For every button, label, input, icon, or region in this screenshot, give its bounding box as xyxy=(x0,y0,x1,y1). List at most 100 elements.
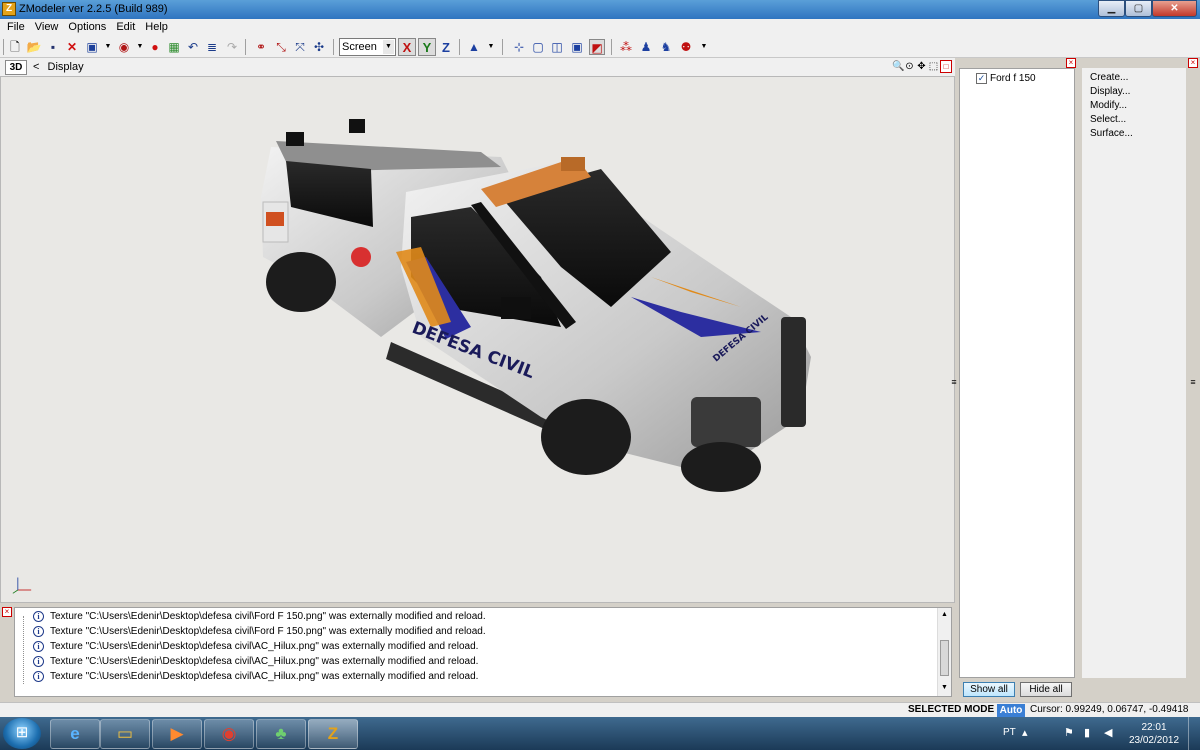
log-scrollbar[interactable]: ▲ ▼ xyxy=(937,608,951,696)
pivot-icon[interactable]: ▲ xyxy=(466,39,482,55)
export-icon[interactable]: ◉ xyxy=(116,39,132,55)
tray-expand-icon[interactable]: ▴ xyxy=(1022,726,1028,739)
select-box-icon[interactable]: ▢ xyxy=(530,39,546,55)
axis-z-toggle[interactable]: Z xyxy=(437,38,455,56)
log-entry[interactable]: i Texture "C:\Users\Edenir\Desktop\defes… xyxy=(33,609,486,624)
close-tree-panel-icon[interactable]: × xyxy=(1066,58,1076,68)
flag-icon[interactable]: ⚑ xyxy=(1064,726,1074,739)
truck-model-render: DEFESA CIVIL DEFESA CIVIL xyxy=(261,119,811,492)
command-display[interactable]: Display... xyxy=(1090,86,1130,97)
explorer-icon[interactable]: ▭ xyxy=(100,719,150,749)
language-indicator[interactable]: PT xyxy=(1003,727,1016,738)
log-entry[interactable]: i Texture "C:\Users\Edenir\Desktop\defes… xyxy=(33,624,486,639)
close-button[interactable]: ✕ xyxy=(1152,0,1197,17)
multi-user-icon[interactable]: ⚉ xyxy=(678,39,694,55)
user-pose-icon[interactable]: ♞ xyxy=(658,39,674,55)
axis-x-toggle[interactable]: X xyxy=(398,38,416,56)
volume-icon[interactable]: ◀ xyxy=(1104,726,1112,739)
close-viewport-icon[interactable]: □ xyxy=(940,60,952,73)
zoom-extents-icon[interactable]: ⊙ xyxy=(904,60,915,73)
menu-view[interactable]: View xyxy=(32,19,66,36)
log-entry[interactable]: i Texture "C:\Users\Edenir\Desktop\defes… xyxy=(33,639,478,654)
axis-scale-icon[interactable]: ✣ xyxy=(311,39,327,55)
redo-icon[interactable]: ↷ xyxy=(224,39,240,55)
scroll-up-icon[interactable]: ▲ xyxy=(941,611,948,618)
window-title: ZModeler ver 2.2.5 (Build 989) xyxy=(19,3,168,15)
scroll-down-icon[interactable]: ▼ xyxy=(941,684,948,691)
messenger-icon[interactable]: ♣ xyxy=(256,719,306,749)
viewport-mode-button[interactable]: 3D xyxy=(5,60,27,75)
network-icon[interactable]: ▮ xyxy=(1084,726,1090,739)
pan-icon[interactable]: ✥ xyxy=(916,60,927,73)
save-icon[interactable]: ▪ xyxy=(45,39,61,55)
render-icon[interactable]: ● xyxy=(147,39,163,55)
visibility-checkbox[interactable]: ✓ xyxy=(976,73,987,84)
toolbar-separator xyxy=(459,39,460,55)
menu-edit[interactable]: Edit xyxy=(113,19,142,36)
axis-rotate-icon[interactable]: ⤧ xyxy=(292,39,308,55)
show-desktop-button[interactable] xyxy=(1188,717,1200,750)
close-log-panel-icon[interactable]: × xyxy=(2,607,12,617)
hide-all-button[interactable]: Hide all xyxy=(1020,682,1072,697)
auto-mode-badge[interactable]: Auto xyxy=(997,704,1025,717)
menu-options[interactable]: Options xyxy=(65,19,113,36)
media-player-icon[interactable]: ▶ xyxy=(152,719,202,749)
zmodeler-window: Z ZModeler ver 2.2.5 (Build 989) ▁ ▢ ✕ F… xyxy=(0,0,1200,750)
command-surface[interactable]: Surface... xyxy=(1090,128,1133,139)
snap-icon[interactable]: ⁂ xyxy=(618,39,634,55)
menu-help[interactable]: Help xyxy=(142,19,175,36)
import-dropdown-icon[interactable]: ▼ xyxy=(100,39,116,55)
toolbar-separator xyxy=(502,39,503,55)
chrome-icon[interactable]: ◉ xyxy=(204,719,254,749)
minimize-button[interactable]: ▁ xyxy=(1098,0,1125,17)
log-entry[interactable]: i Texture "C:\Users\Edenir\Desktop\defes… xyxy=(33,669,478,684)
panel-splitter-grip[interactable]: ≡ xyxy=(1189,378,1197,387)
log-entry[interactable]: i Texture "C:\Users\Edenir\Desktop\defes… xyxy=(33,654,478,669)
command-modify[interactable]: Modify... xyxy=(1090,100,1127,111)
viewport-display-label[interactable]: < Display xyxy=(33,61,84,73)
scrollbar-thumb[interactable] xyxy=(940,640,949,676)
notes-icon[interactable]: ≣ xyxy=(204,39,220,55)
3d-viewport[interactable]: DEFESA CIVIL DEFESA CIVIL xyxy=(0,76,955,603)
command-select[interactable]: Select... xyxy=(1090,114,1126,125)
viewport-header: 3D < Display 🔍 ⊙ ✥ ⬚ □ xyxy=(0,58,955,76)
axis-y-toggle[interactable]: Y xyxy=(418,38,436,56)
log-panel: i Texture "C:\Users\Edenir\Desktop\defes… xyxy=(14,607,952,697)
link-icon[interactable]: ⚭ xyxy=(253,39,269,55)
pivot-dropdown-icon[interactable]: ▼ xyxy=(483,39,499,55)
extras-dropdown-icon[interactable]: ▼ xyxy=(696,39,712,55)
coordinate-space-select[interactable]: Screen ▼ xyxy=(339,38,396,56)
materials-icon[interactable]: ▦ xyxy=(166,39,182,55)
select-all-icon[interactable]: ◩ xyxy=(589,39,605,55)
start-button[interactable]: ⊞ xyxy=(3,718,41,749)
new-file-icon[interactable]: 🗋 xyxy=(7,39,23,55)
maximize-button[interactable]: ▢ xyxy=(1125,0,1152,17)
zmodeler-icon[interactable]: Z xyxy=(308,719,358,749)
menu-file[interactable]: File xyxy=(4,19,32,36)
select-vertex-icon[interactable]: ⊹ xyxy=(511,39,527,55)
clock[interactable]: 22:01 23/02/2012 xyxy=(1126,721,1182,747)
import-icon[interactable]: ▣ xyxy=(84,39,100,55)
close-command-panel-icon[interactable]: × xyxy=(1188,58,1198,68)
toolbar-separator xyxy=(245,39,246,55)
command-panel: Create... Display... Modify... Select...… xyxy=(1082,68,1186,678)
log-entry-text: Texture "C:\Users\Edenir\Desktop\defesa … xyxy=(50,671,479,682)
select-object-icon[interactable]: ▣ xyxy=(569,39,585,55)
show-all-button[interactable]: Show all xyxy=(963,682,1015,697)
tree-item-ford-f150[interactable]: ✓ Ford f 150 xyxy=(976,73,1036,84)
export-dropdown-icon[interactable]: ▼ xyxy=(132,39,148,55)
select-face-icon[interactable]: ◫ xyxy=(549,39,565,55)
character-icon[interactable]: ♟ xyxy=(638,39,654,55)
viewport-title: Display xyxy=(47,61,84,73)
maximize-viewport-icon[interactable]: ⬚ xyxy=(928,60,939,73)
ie-icon[interactable]: e xyxy=(50,719,100,749)
windows-logo-icon: ⊞ xyxy=(15,724,29,741)
undo-icon[interactable]: ↶ xyxy=(185,39,201,55)
viewport-splitter-grip[interactable]: ≡ xyxy=(950,378,958,387)
delete-icon[interactable]: ✕ xyxy=(64,39,80,55)
open-folder-icon[interactable]: 📂 xyxy=(26,39,42,55)
windows-taskbar: ⊞ e ▭ ▶ ◉ ♣ Z PT ▴ ⚑ ▮ ◀ 22:01 23/02/201… xyxy=(0,717,1200,750)
axis-move-icon[interactable]: ⤡ xyxy=(273,39,289,55)
command-create[interactable]: Create... xyxy=(1090,72,1128,83)
zoom-icon[interactable]: 🔍 xyxy=(892,60,904,73)
